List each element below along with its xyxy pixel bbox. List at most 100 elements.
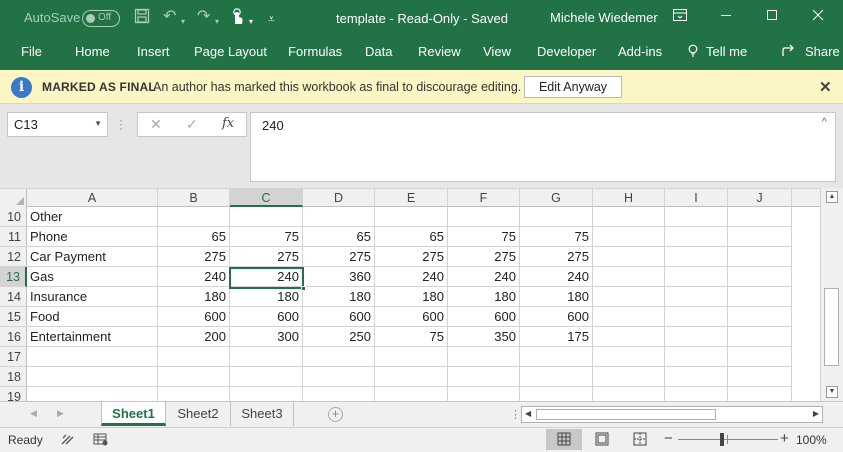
- tab-review[interactable]: Review: [418, 44, 461, 59]
- cell-g13[interactable]: 240: [520, 267, 593, 287]
- tab-split-handle-icon[interactable]: ⋮: [510, 408, 521, 421]
- cell-d11[interactable]: 65: [303, 227, 375, 247]
- column-header-g[interactable]: G: [520, 189, 593, 207]
- cell-h16[interactable]: [593, 327, 665, 347]
- select-all-button[interactable]: [0, 189, 27, 207]
- cell-a13[interactable]: Gas: [27, 267, 158, 287]
- cell-j13[interactable]: [728, 267, 792, 287]
- row-header[interactable]: 17: [0, 347, 27, 367]
- cell-i11[interactable]: [665, 227, 728, 247]
- horizontal-scrollbar[interactable]: ◀ ▶: [521, 406, 823, 423]
- edit-anyway-button[interactable]: Edit Anyway: [524, 76, 622, 98]
- cell-a12[interactable]: Car Payment: [27, 247, 158, 267]
- cell-g14[interactable]: 180: [520, 287, 593, 307]
- cell-b13[interactable]: 240: [158, 267, 230, 287]
- spreadsheet-grid[interactable]: A B C D E F G H I J 10 Other 11 Phone 65 75 65…: [0, 188, 820, 401]
- cell-b17[interactable]: [158, 347, 230, 367]
- cell-a11[interactable]: Phone: [27, 227, 158, 247]
- undo-icon[interactable]: ↶: [163, 8, 176, 26]
- cell-f18[interactable]: [448, 367, 520, 387]
- save-icon[interactable]: [134, 8, 150, 29]
- cell-c17[interactable]: [230, 347, 303, 367]
- resize-handle-icon[interactable]: · · ·: [119, 114, 123, 134]
- cell-e15[interactable]: 600: [375, 307, 448, 327]
- enter-icon[interactable]: ✓: [186, 116, 198, 133]
- accessibility-icon[interactable]: [60, 432, 76, 446]
- column-header-i[interactable]: I: [665, 189, 728, 207]
- cell-i18[interactable]: [665, 367, 728, 387]
- cell-e18[interactable]: [375, 367, 448, 387]
- cell-b12[interactable]: 275: [158, 247, 230, 267]
- cell-f17[interactable]: [448, 347, 520, 367]
- cell-g18[interactable]: [520, 367, 593, 387]
- row-header[interactable]: 16: [0, 327, 27, 347]
- row-header[interactable]: 19: [0, 387, 27, 401]
- cell-j12[interactable]: [728, 247, 792, 267]
- cell-f15[interactable]: 600: [448, 307, 520, 327]
- cell-b11[interactable]: 65: [158, 227, 230, 247]
- cell-a19[interactable]: [27, 387, 158, 401]
- row-header[interactable]: 14: [0, 287, 27, 307]
- cell-i16[interactable]: [665, 327, 728, 347]
- zoom-slider-thumb[interactable]: [720, 433, 724, 446]
- customize-qat-icon[interactable]: ⩡: [268, 10, 275, 28]
- vertical-scrollbar[interactable]: ▲ ▼: [820, 188, 843, 401]
- cell-f12[interactable]: 275: [448, 247, 520, 267]
- next-sheet-icon[interactable]: ▶: [57, 408, 64, 419]
- cell-a18[interactable]: [27, 367, 158, 387]
- tab-page-layout[interactable]: Page Layout: [194, 44, 267, 59]
- cell-b16[interactable]: 200: [158, 327, 230, 347]
- zoom-in-icon[interactable]: +: [780, 430, 789, 447]
- formula-input[interactable]: 240: [250, 112, 836, 182]
- redo-dropdown-icon[interactable]: ▾: [215, 13, 219, 31]
- column-header-h[interactable]: H: [593, 189, 665, 207]
- cell-j15[interactable]: [728, 307, 792, 327]
- cell-a16[interactable]: Entertainment: [27, 327, 158, 347]
- cell-d15[interactable]: 600: [303, 307, 375, 327]
- user-name[interactable]: Michele Wiedemer: [550, 10, 658, 25]
- insert-function-icon[interactable]: fx: [222, 116, 234, 131]
- sheet-tab-sheet1[interactable]: Sheet1: [101, 402, 166, 426]
- cell-c13[interactable]: 240: [230, 267, 303, 287]
- add-sheet-icon[interactable]: +: [328, 407, 343, 422]
- close-window-icon[interactable]: [805, 6, 831, 28]
- cell-e13[interactable]: 240: [375, 267, 448, 287]
- cancel-icon[interactable]: ✕: [150, 116, 162, 133]
- cell-j10[interactable]: [728, 207, 792, 227]
- cell-d12[interactable]: 275: [303, 247, 375, 267]
- touch-mode-icon[interactable]: [229, 8, 245, 31]
- undo-dropdown-icon[interactable]: ▾: [181, 13, 185, 31]
- cell-f11[interactable]: 75: [448, 227, 520, 247]
- cell-f10[interactable]: [448, 207, 520, 227]
- cell-g19[interactable]: [520, 387, 593, 401]
- cell-a14[interactable]: Insurance: [27, 287, 158, 307]
- cell-e12[interactable]: 275: [375, 247, 448, 267]
- chevron-down-icon[interactable]: ▼: [94, 119, 102, 128]
- cell-h15[interactable]: [593, 307, 665, 327]
- cell-e17[interactable]: [375, 347, 448, 367]
- cell-d16[interactable]: 250: [303, 327, 375, 347]
- cell-b14[interactable]: 180: [158, 287, 230, 307]
- tab-share[interactable]: Share: [805, 44, 840, 59]
- page-break-view-button[interactable]: [622, 429, 658, 450]
- page-layout-view-button[interactable]: [584, 429, 620, 450]
- cell-d13[interactable]: 360: [303, 267, 375, 287]
- cell-j16[interactable]: [728, 327, 792, 347]
- cell-f14[interactable]: 180: [448, 287, 520, 307]
- row-header[interactable]: 11: [0, 227, 27, 247]
- cell-b10[interactable]: [158, 207, 230, 227]
- close-message-icon[interactable]: ✕: [819, 78, 832, 96]
- cell-d19[interactable]: [303, 387, 375, 401]
- tab-formulas[interactable]: Formulas: [288, 44, 342, 59]
- horizontal-scroll-thumb[interactable]: [536, 409, 716, 420]
- share-icon[interactable]: [782, 44, 798, 61]
- cell-e11[interactable]: 65: [375, 227, 448, 247]
- cell-f16[interactable]: 350: [448, 327, 520, 347]
- zoom-level[interactable]: 100%: [796, 433, 827, 447]
- cell-i13[interactable]: [665, 267, 728, 287]
- cell-f13[interactable]: 240: [448, 267, 520, 287]
- row-header[interactable]: 18: [0, 367, 27, 387]
- column-header-c[interactable]: C: [230, 189, 303, 207]
- cell-j17[interactable]: [728, 347, 792, 367]
- cell-d17[interactable]: [303, 347, 375, 367]
